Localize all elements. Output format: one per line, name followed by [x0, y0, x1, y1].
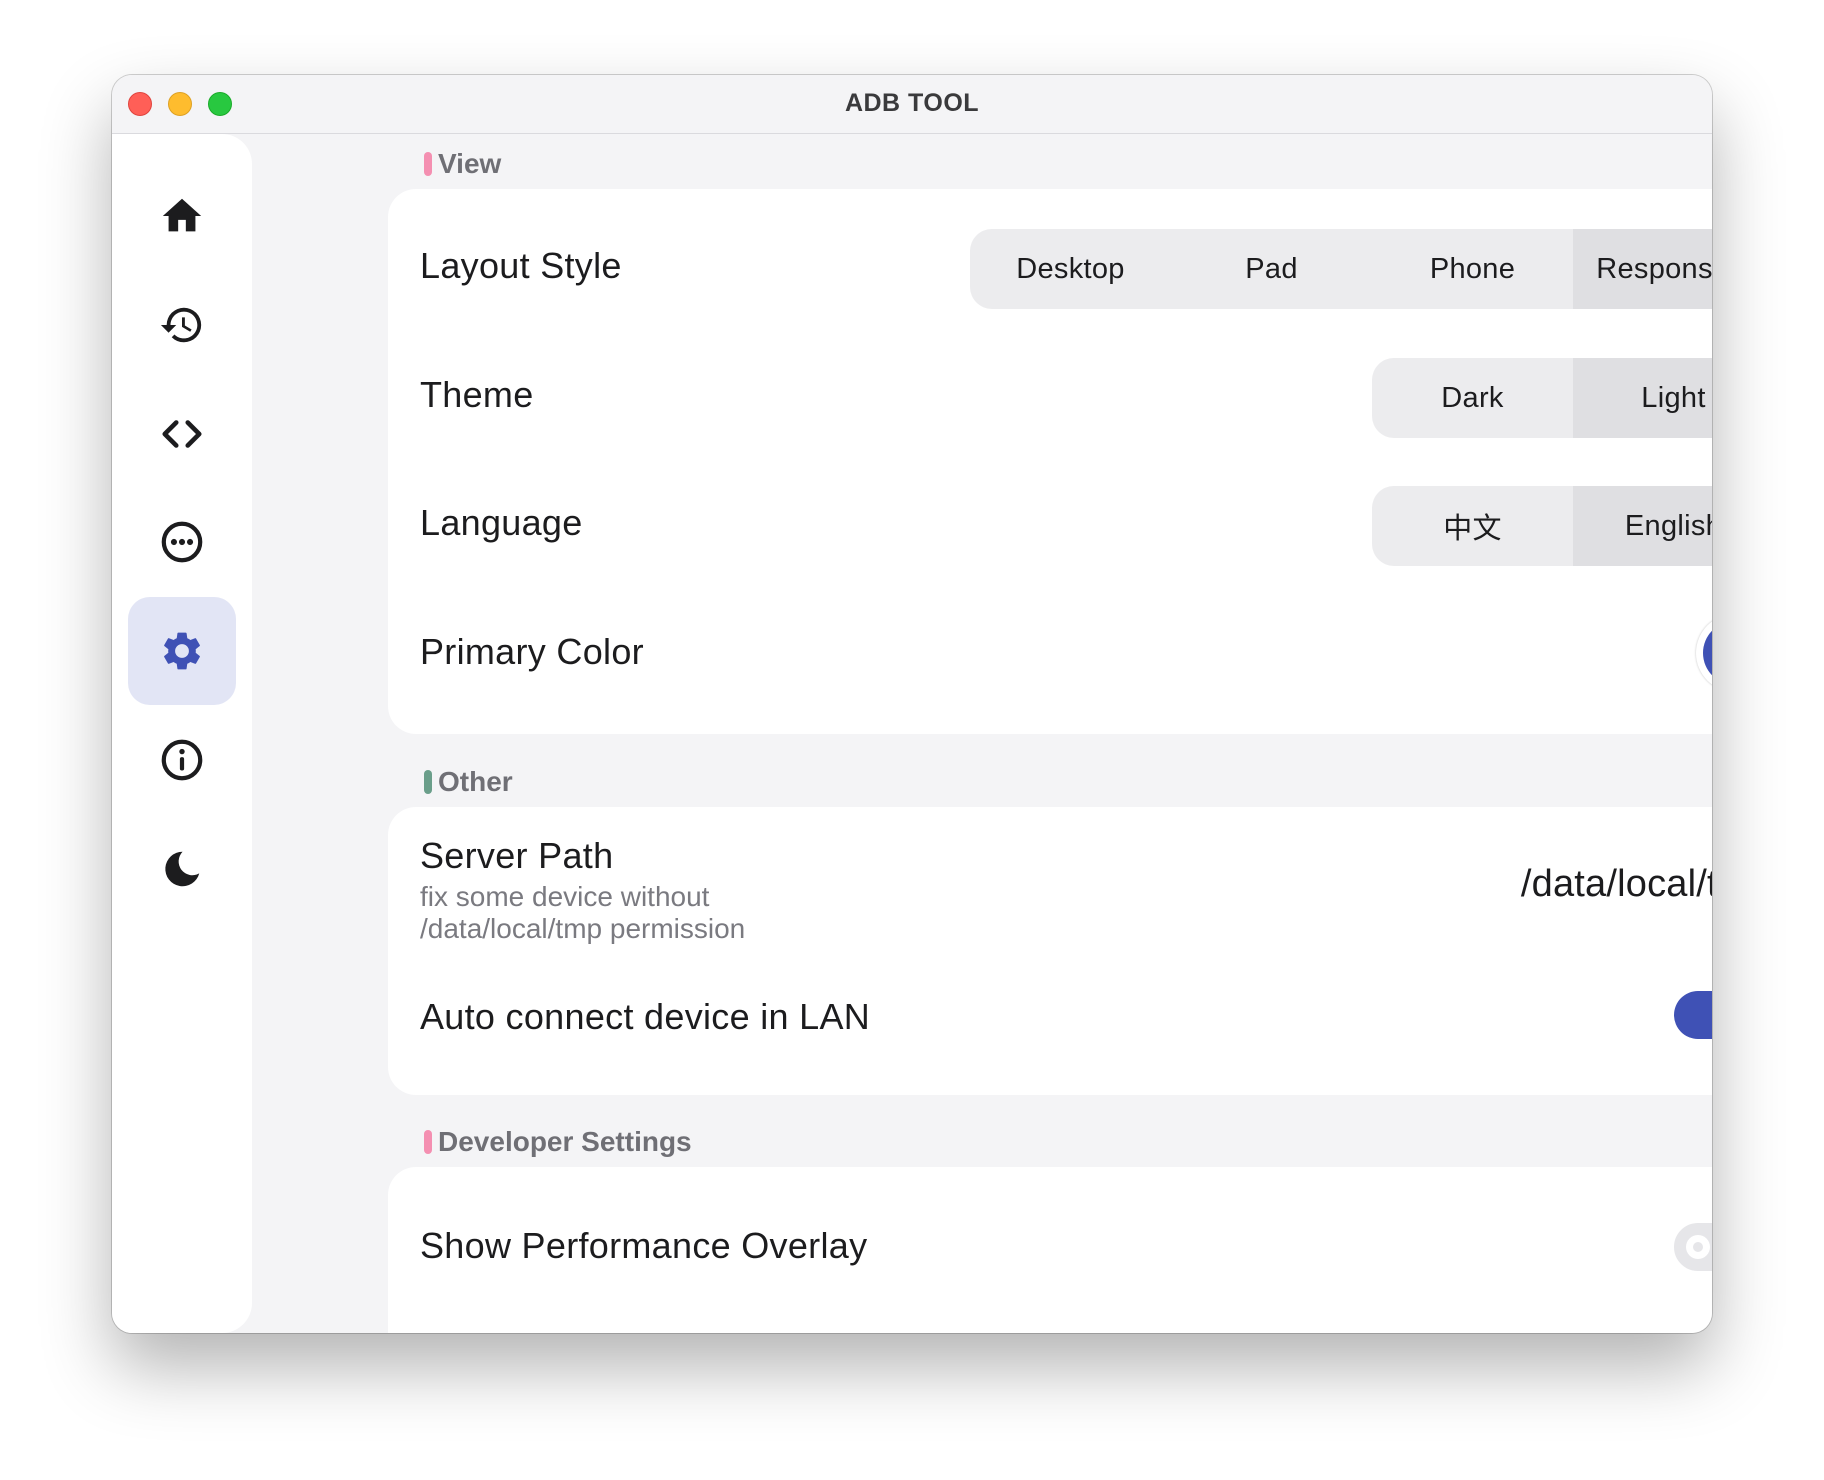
section-title-other: Other — [438, 766, 513, 797]
layout-style-segmented: Desktop Pad Phone Responsive — [970, 229, 1712, 309]
layout-option-responsive[interactable]: Responsive — [1573, 229, 1712, 309]
layout-option-desktop[interactable]: Desktop — [970, 229, 1171, 309]
title-bar: ADB TOOL — [112, 75, 1712, 134]
sidebar — [112, 134, 252, 1333]
section-accent-bar — [424, 1130, 432, 1154]
history-icon — [160, 307, 202, 343]
performance-overlay-label: Show Performance Overlay — [420, 1225, 868, 1266]
gear-icon — [164, 632, 200, 670]
code-icon — [162, 420, 202, 448]
sidebar-item-history[interactable] — [128, 271, 236, 379]
server-path-value[interactable]: /data/local/tmp — [1521, 863, 1712, 906]
primary-color-swatch — [1703, 621, 1712, 685]
card-view: Layout Style Desktop Pad Phone Responsiv… — [388, 189, 1712, 734]
card-developer: Show Performance Overlay — [388, 1167, 1712, 1333]
more-icon — [161, 521, 203, 563]
primary-color-picker[interactable] — [1696, 614, 1712, 692]
settings-content: View Layout Style Desktop Pad Phone Resp… — [252, 134, 1712, 1333]
info-icon — [161, 739, 203, 781]
auto-connect-label: Auto connect device in LAN — [420, 996, 871, 1037]
theme-option-light[interactable]: Light — [1573, 358, 1712, 438]
toggle-knob — [1686, 1235, 1710, 1259]
app-window: ADB TOOL View Layout Style Desktop Pad P… — [112, 75, 1712, 1333]
moon-icon — [165, 851, 200, 887]
sidebar-item-settings[interactable] — [128, 597, 236, 705]
language-option-english[interactable]: English — [1573, 486, 1712, 566]
sidebar-item-home[interactable] — [128, 162, 236, 270]
sidebar-item-about[interactable] — [128, 706, 236, 814]
home-icon — [162, 198, 202, 232]
language-label: Language — [420, 502, 583, 543]
section-accent-bar — [424, 770, 432, 794]
auto-connect-toggle[interactable] — [1674, 991, 1712, 1039]
layout-option-phone[interactable]: Phone — [1372, 229, 1573, 309]
theme-option-dark[interactable]: Dark — [1372, 358, 1573, 438]
sidebar-item-theme-toggle[interactable] — [128, 815, 236, 923]
sidebar-item-code[interactable] — [128, 380, 236, 488]
theme-label: Theme — [420, 374, 534, 415]
card-other: Server Path fix some device without /dat… — [388, 807, 1712, 1095]
sidebar-item-more[interactable] — [128, 488, 236, 596]
section-title-developer: Developer Settings — [438, 1126, 692, 1157]
server-path-description: fix some device without /data/local/tmp … — [420, 881, 746, 944]
language-option-chinese[interactable]: 中文 — [1372, 486, 1573, 566]
language-segmented: 中文 English — [1372, 486, 1712, 566]
window-title: ADB TOOL — [844, 89, 980, 117]
theme-segmented: Dark Light — [1372, 358, 1712, 438]
section-title-view: View — [438, 148, 502, 179]
layout-style-label: Layout Style — [420, 245, 622, 286]
server-path-label: Server Path — [420, 835, 614, 876]
section-accent-bar — [424, 152, 432, 176]
primary-color-label: Primary Color — [420, 631, 644, 672]
performance-overlay-toggle[interactable] — [1674, 1223, 1712, 1271]
layout-option-pad[interactable]: Pad — [1171, 229, 1372, 309]
